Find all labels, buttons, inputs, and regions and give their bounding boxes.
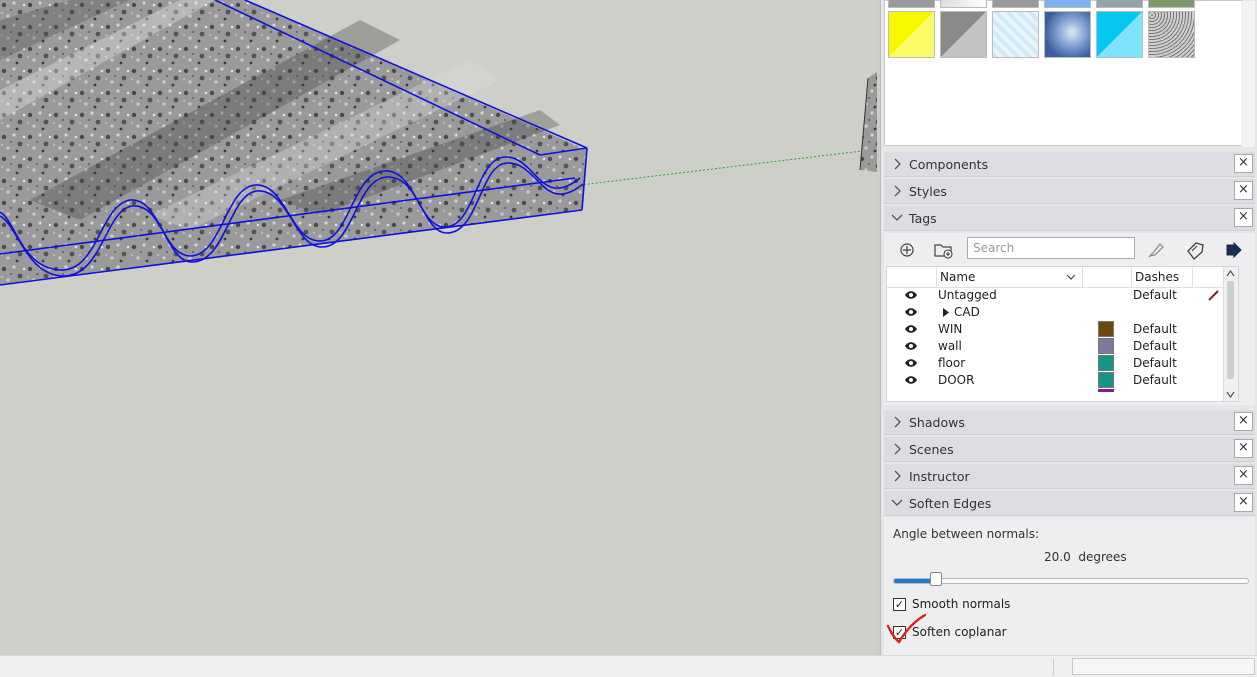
tag-row-untagged[interactable]: Untagged Default xyxy=(887,287,1238,304)
materials-swatch-panel xyxy=(884,0,1255,147)
tag-row-cad[interactable]: CAD xyxy=(887,304,1238,321)
close-icon[interactable]: × xyxy=(1234,208,1253,227)
column-header-extra[interactable] xyxy=(1192,267,1226,287)
tags-table: Name Dashes Untagged Default CAD WIN Def… xyxy=(886,266,1239,402)
panel-scenes[interactable]: Scenes × xyxy=(884,437,1255,462)
tag-search-input[interactable] xyxy=(967,237,1135,259)
material-swatch-cyan[interactable] xyxy=(1096,11,1143,58)
materials-scrollbar[interactable] xyxy=(1241,1,1255,147)
material-swatch-speckle[interactable] xyxy=(1148,11,1195,58)
add-tag-folder-icon[interactable] xyxy=(932,239,954,261)
tag-details-arrow-icon[interactable] xyxy=(1223,239,1245,261)
angle-value: 20.0 xyxy=(1044,550,1071,564)
panel-instructor[interactable]: Instructor × xyxy=(884,464,1255,489)
panel-components[interactable]: Components × xyxy=(884,152,1255,177)
tag-tool-icon[interactable] xyxy=(1145,239,1167,261)
chevron-right-icon xyxy=(894,416,901,428)
chevron-right-icon xyxy=(894,470,901,482)
status-bar xyxy=(0,655,1257,677)
tag-row-win[interactable]: WIN Default xyxy=(887,321,1238,338)
scrollbar-thumb[interactable] xyxy=(1227,281,1234,379)
panel-title: Components xyxy=(909,157,989,172)
close-icon[interactable]: × xyxy=(1234,439,1253,458)
close-icon[interactable]: × xyxy=(1234,181,1253,200)
default-tray: Components × Styles × Tags × Name Dashes xyxy=(880,0,1257,655)
panel-title: Shadows xyxy=(909,415,965,430)
material-swatch-glass-grid[interactable] xyxy=(992,11,1039,58)
panel-title: Instructor xyxy=(909,469,970,484)
panel-title: Tags xyxy=(909,211,937,226)
tag-row-door[interactable]: DOOR Default xyxy=(887,372,1238,389)
panel-shadows[interactable]: Shadows × xyxy=(884,410,1255,435)
material-swatch[interactable] xyxy=(940,0,987,8)
angle-slider-thumb[interactable] xyxy=(930,572,942,586)
material-swatch[interactable] xyxy=(1148,0,1195,8)
tag-color-swatch[interactable] xyxy=(1098,355,1114,371)
material-swatch[interactable] xyxy=(992,0,1039,8)
panel-soften-edges[interactable]: Soften Edges × xyxy=(884,491,1255,516)
tags-panel-body: Name Dashes Untagged Default CAD W xyxy=(884,233,1255,405)
smooth-normals-label: Smooth normals xyxy=(912,597,1011,611)
tag-row-floor[interactable]: floor Default xyxy=(887,355,1238,372)
tag-row-partial xyxy=(887,389,1238,392)
column-header-color[interactable] xyxy=(1082,267,1131,287)
angle-label: Angle between normals: xyxy=(893,527,1040,541)
soften-edges-panel-body: Angle between normals: 20.0 degrees ✓ Sm… xyxy=(884,517,1255,655)
chevron-down-icon xyxy=(891,499,903,506)
expand-triangle-icon[interactable] xyxy=(942,308,950,317)
status-separator xyxy=(1053,659,1054,675)
material-swatch-sky[interactable] xyxy=(1044,11,1091,58)
chevron-down-icon xyxy=(1066,274,1076,280)
close-icon[interactable]: × xyxy=(1234,493,1253,512)
close-icon[interactable]: × xyxy=(1234,154,1253,173)
panel-title: Soften Edges xyxy=(909,496,992,511)
panel-styles[interactable]: Styles × xyxy=(884,179,1255,204)
chevron-right-icon xyxy=(894,158,901,170)
tag-color-swatch xyxy=(1098,389,1114,392)
corrugated-sheet-model xyxy=(0,0,877,286)
column-header-dashes[interactable]: Dashes xyxy=(1131,267,1192,287)
eye-icon[interactable] xyxy=(904,290,918,300)
chevron-down-icon xyxy=(891,214,903,221)
close-icon[interactable]: × xyxy=(1234,412,1253,431)
scroll-down-icon[interactable] xyxy=(1226,391,1235,398)
chevron-right-icon xyxy=(894,443,901,455)
modeling-viewport[interactable] xyxy=(0,0,877,655)
tag-color-swatch[interactable] xyxy=(1098,321,1114,337)
close-icon[interactable]: × xyxy=(1234,466,1253,485)
material-swatch-gray[interactable] xyxy=(940,11,987,58)
column-header-name[interactable]: Name xyxy=(936,267,1082,287)
chevron-right-icon xyxy=(894,185,901,197)
material-swatch[interactable] xyxy=(1044,0,1091,8)
material-swatch-yellow[interactable] xyxy=(888,11,935,58)
angle-slider-track[interactable] xyxy=(893,578,1249,584)
red-checkmark-annotation-icon xyxy=(886,613,927,644)
measurements-box[interactable] xyxy=(1072,658,1255,675)
panel-title: Scenes xyxy=(909,442,954,457)
eye-icon[interactable] xyxy=(904,375,918,385)
eye-icon[interactable] xyxy=(904,324,918,334)
tag-color-swatch[interactable] xyxy=(1098,338,1114,354)
scroll-up-icon[interactable] xyxy=(1226,270,1235,277)
tag-color-by-icon[interactable] xyxy=(1184,239,1206,261)
eye-icon[interactable] xyxy=(904,341,918,351)
pencil-icon[interactable] xyxy=(1207,288,1221,302)
tags-scrollbar[interactable] xyxy=(1223,267,1238,401)
panel-title: Styles xyxy=(909,184,947,199)
smooth-normals-checkbox[interactable]: ✓ xyxy=(893,598,906,611)
eye-icon[interactable] xyxy=(904,358,918,368)
add-tag-icon[interactable] xyxy=(896,239,918,261)
tag-color-swatch[interactable] xyxy=(1098,372,1114,388)
tags-table-header: Name Dashes xyxy=(887,267,1238,288)
eye-icon[interactable] xyxy=(904,307,918,317)
tag-row-wall[interactable]: wall Default xyxy=(887,338,1238,355)
material-swatch[interactable] xyxy=(888,0,935,8)
angle-readout: 20.0 degrees xyxy=(1044,550,1127,564)
angle-unit: degrees xyxy=(1078,550,1127,564)
panel-tags[interactable]: Tags × xyxy=(884,206,1255,231)
material-swatch[interactable] xyxy=(1096,0,1143,8)
